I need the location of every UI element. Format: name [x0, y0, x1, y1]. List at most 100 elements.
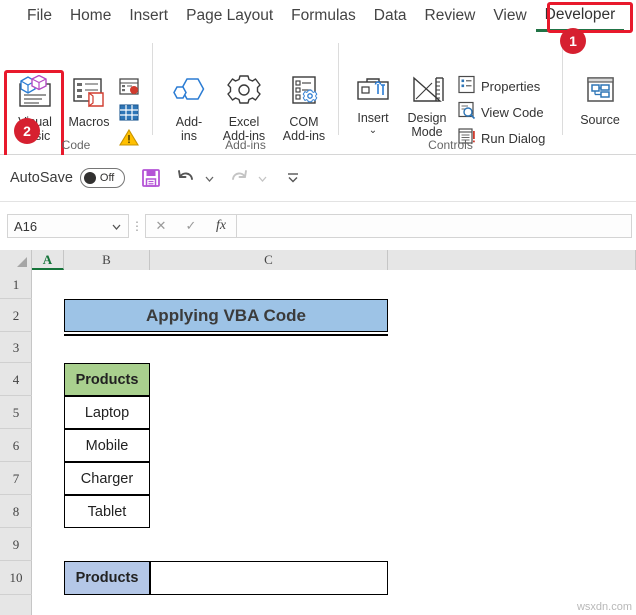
cell-product-mobile[interactable]: Mobile: [64, 429, 150, 462]
autosave-toggle-knob: [83, 172, 96, 184]
confirm-entry-button[interactable]: ✓: [176, 218, 206, 234]
row-header-1[interactable]: 1: [0, 270, 32, 299]
cancel-entry-button[interactable]: ✕: [146, 218, 176, 234]
properties-button[interactable]: Properties: [457, 75, 540, 97]
insert-controls-button[interactable]: Insert ⌄: [347, 75, 399, 139]
excel-window: File Home Insert Page Layout Formulas Da…: [0, 0, 636, 615]
design-mode-label-line1: Design: [407, 110, 447, 125]
tab-formulas[interactable]: Formulas: [282, 3, 365, 30]
chevron-down-icon: [112, 224, 121, 230]
cell-area: Applying VBA Code Products Laptop Mobile…: [32, 270, 636, 615]
row-header-3[interactable]: 3: [0, 332, 32, 363]
macros-button[interactable]: Macros: [63, 75, 115, 129]
row-header-9[interactable]: 9: [0, 528, 32, 561]
formula-bar-row: A16 ⋮ ✕ ✓ fx: [0, 202, 636, 250]
ribbon-group-controls: Insert ⌄ Design Mode Properties View Cod…: [339, 33, 562, 155]
row-header-column: 1 2 3 4 5 6 7 8 9 10: [0, 270, 32, 615]
tab-file[interactable]: File: [18, 3, 61, 30]
save-button[interactable]: [140, 167, 162, 189]
column-header-b[interactable]: B: [64, 250, 150, 270]
view-code-button[interactable]: View Code: [457, 101, 544, 123]
excel-addins-label-line1: Excel: [228, 114, 260, 129]
ribbon-tabstrip: File Home Insert Page Layout Formulas Da…: [0, 0, 636, 33]
view-code-icon: [457, 101, 476, 123]
xml-source-icon: [571, 75, 629, 111]
tab-view[interactable]: View: [484, 3, 535, 30]
column-header-c[interactable]: C: [150, 250, 388, 270]
formula-bar-grip[interactable]: ⋮: [129, 219, 145, 233]
source-button[interactable]: Source: [571, 75, 629, 127]
view-code-label: View Code: [481, 104, 544, 120]
design-mode-icon: [399, 75, 455, 109]
autosave-toggle[interactable]: Off: [79, 168, 125, 188]
use-relative-references-button[interactable]: [118, 103, 140, 125]
properties-icon: [457, 75, 476, 97]
formula-input[interactable]: [237, 214, 632, 238]
row-header-6[interactable]: 6: [0, 429, 32, 462]
cell-product-charger[interactable]: Charger: [64, 462, 150, 495]
insert-function-button[interactable]: fx: [206, 218, 236, 234]
select-all-corner[interactable]: [0, 250, 32, 270]
row-header-10[interactable]: 10: [0, 561, 32, 595]
record-macro-button[interactable]: [118, 77, 140, 100]
customize-quick-access-icon: [287, 173, 298, 183]
chevron-down-icon[interactable]: ⌄: [347, 124, 399, 139]
tab-data[interactable]: Data: [365, 3, 416, 30]
column-header-row: A B C: [0, 250, 636, 270]
addins-label-line1: Add-: [175, 114, 203, 129]
title-underline: [64, 334, 388, 336]
properties-label: Properties: [481, 78, 541, 94]
addins-button[interactable]: Add- ins: [165, 75, 213, 144]
redo-dropdown: [257, 173, 268, 184]
redo-icon: [231, 170, 247, 180]
source-label: Source: [580, 112, 620, 127]
column-header-a[interactable]: A: [32, 250, 64, 270]
undo-button[interactable]: [175, 167, 197, 189]
customize-quick-access-button[interactable]: [285, 170, 301, 186]
tab-home[interactable]: Home: [61, 3, 120, 30]
cell-bottom-products-value[interactable]: [150, 561, 388, 595]
undo-icon: [177, 170, 193, 180]
save-icon: [141, 169, 160, 187]
group-label-addins: Add-ins: [225, 138, 266, 152]
annotation-badge-1: 1: [560, 28, 586, 54]
com-addins-label-line1: COM: [289, 114, 319, 129]
row-header-7[interactable]: 7: [0, 462, 32, 495]
addins-icon: [165, 75, 213, 113]
column-header-d[interactable]: [388, 250, 636, 270]
design-mode-button[interactable]: Design Mode: [399, 75, 455, 140]
ribbon-group-addins: Add- ins Excel Add-ins COM Add-ins Add-i…: [153, 33, 338, 155]
row-header-8[interactable]: 8: [0, 495, 32, 528]
visual-basic-icon: [9, 74, 61, 113]
quick-access-toolbar: AutoSave Off: [0, 155, 636, 202]
cell-product-laptop[interactable]: Laptop: [64, 396, 150, 429]
com-addins-icon: [275, 75, 333, 113]
excel-addins-button[interactable]: Excel Add-ins: [215, 75, 273, 144]
record-macro-icon: [118, 77, 140, 100]
group-label-controls: Controls: [428, 138, 473, 152]
name-box[interactable]: A16: [7, 214, 129, 238]
undo-dropdown[interactable]: [204, 173, 215, 184]
chevron-down-icon: [258, 176, 267, 182]
row-header-5[interactable]: 5: [0, 396, 32, 429]
row-header-4[interactable]: 4: [0, 363, 32, 396]
cell-product-tablet[interactable]: Tablet: [64, 495, 150, 528]
tab-page-layout[interactable]: Page Layout: [177, 3, 282, 30]
tab-review[interactable]: Review: [416, 3, 485, 30]
com-addins-button[interactable]: COM Add-ins: [275, 75, 333, 144]
cell-bottom-products-label[interactable]: Products: [64, 561, 150, 595]
redo-button: [228, 167, 250, 189]
row-header-2[interactable]: 2: [0, 299, 32, 332]
autosave-label: AutoSave: [10, 170, 73, 186]
tab-insert[interactable]: Insert: [120, 3, 177, 30]
cell-products-header[interactable]: Products: [64, 363, 150, 396]
chevron-down-icon: [205, 176, 214, 182]
autosave-state-label: Off: [99, 172, 115, 184]
tab-developer[interactable]: Developer: [535, 2, 625, 32]
worksheet-grid: A B C 1 2 3 4 5 6 7 8 9 10 Applying VBA …: [0, 250, 636, 615]
cell-title[interactable]: Applying VBA Code: [64, 299, 388, 332]
annotation-badge-2: 2: [14, 118, 40, 144]
insert-controls-label: Insert: [357, 110, 389, 125]
relative-references-icon: [118, 103, 140, 125]
macros-label: Macros: [68, 114, 110, 129]
